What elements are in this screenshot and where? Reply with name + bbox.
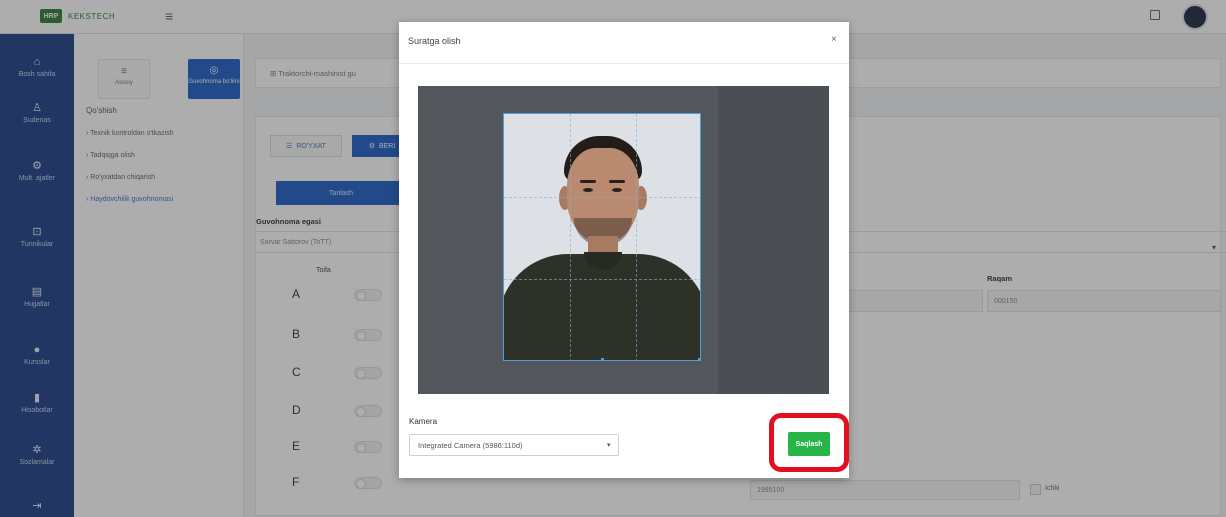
crop-grid-line [570,114,571,360]
camera-select[interactable]: Integrated Camera (5986:110d) [409,434,619,456]
crop-frame[interactable] [503,113,701,361]
photo-brow [580,180,596,183]
crop-grid-line [636,114,637,360]
crop-grid-line [504,279,700,280]
save-button[interactable]: Saqlash [788,432,830,456]
chevron-down-icon[interactable]: ▾ [607,441,611,449]
crop-grid-line [504,197,700,198]
camera-label: Kamera [409,417,438,426]
photo-eye [583,188,593,192]
camera-preview [418,86,829,394]
photo-shirt [504,254,700,360]
photo-eye [612,188,622,192]
crop-handle[interactable] [698,358,700,360]
modal-header: Suratga olish × [399,22,849,64]
close-icon[interactable]: × [831,34,837,45]
crop-handle[interactable] [601,358,604,360]
photo-brow [609,180,625,183]
modal-title: Suratga olish [408,36,461,46]
photo-capture-modal: Suratga olish × Kamera Integrated Camera [399,22,849,478]
camera-background [718,86,829,394]
